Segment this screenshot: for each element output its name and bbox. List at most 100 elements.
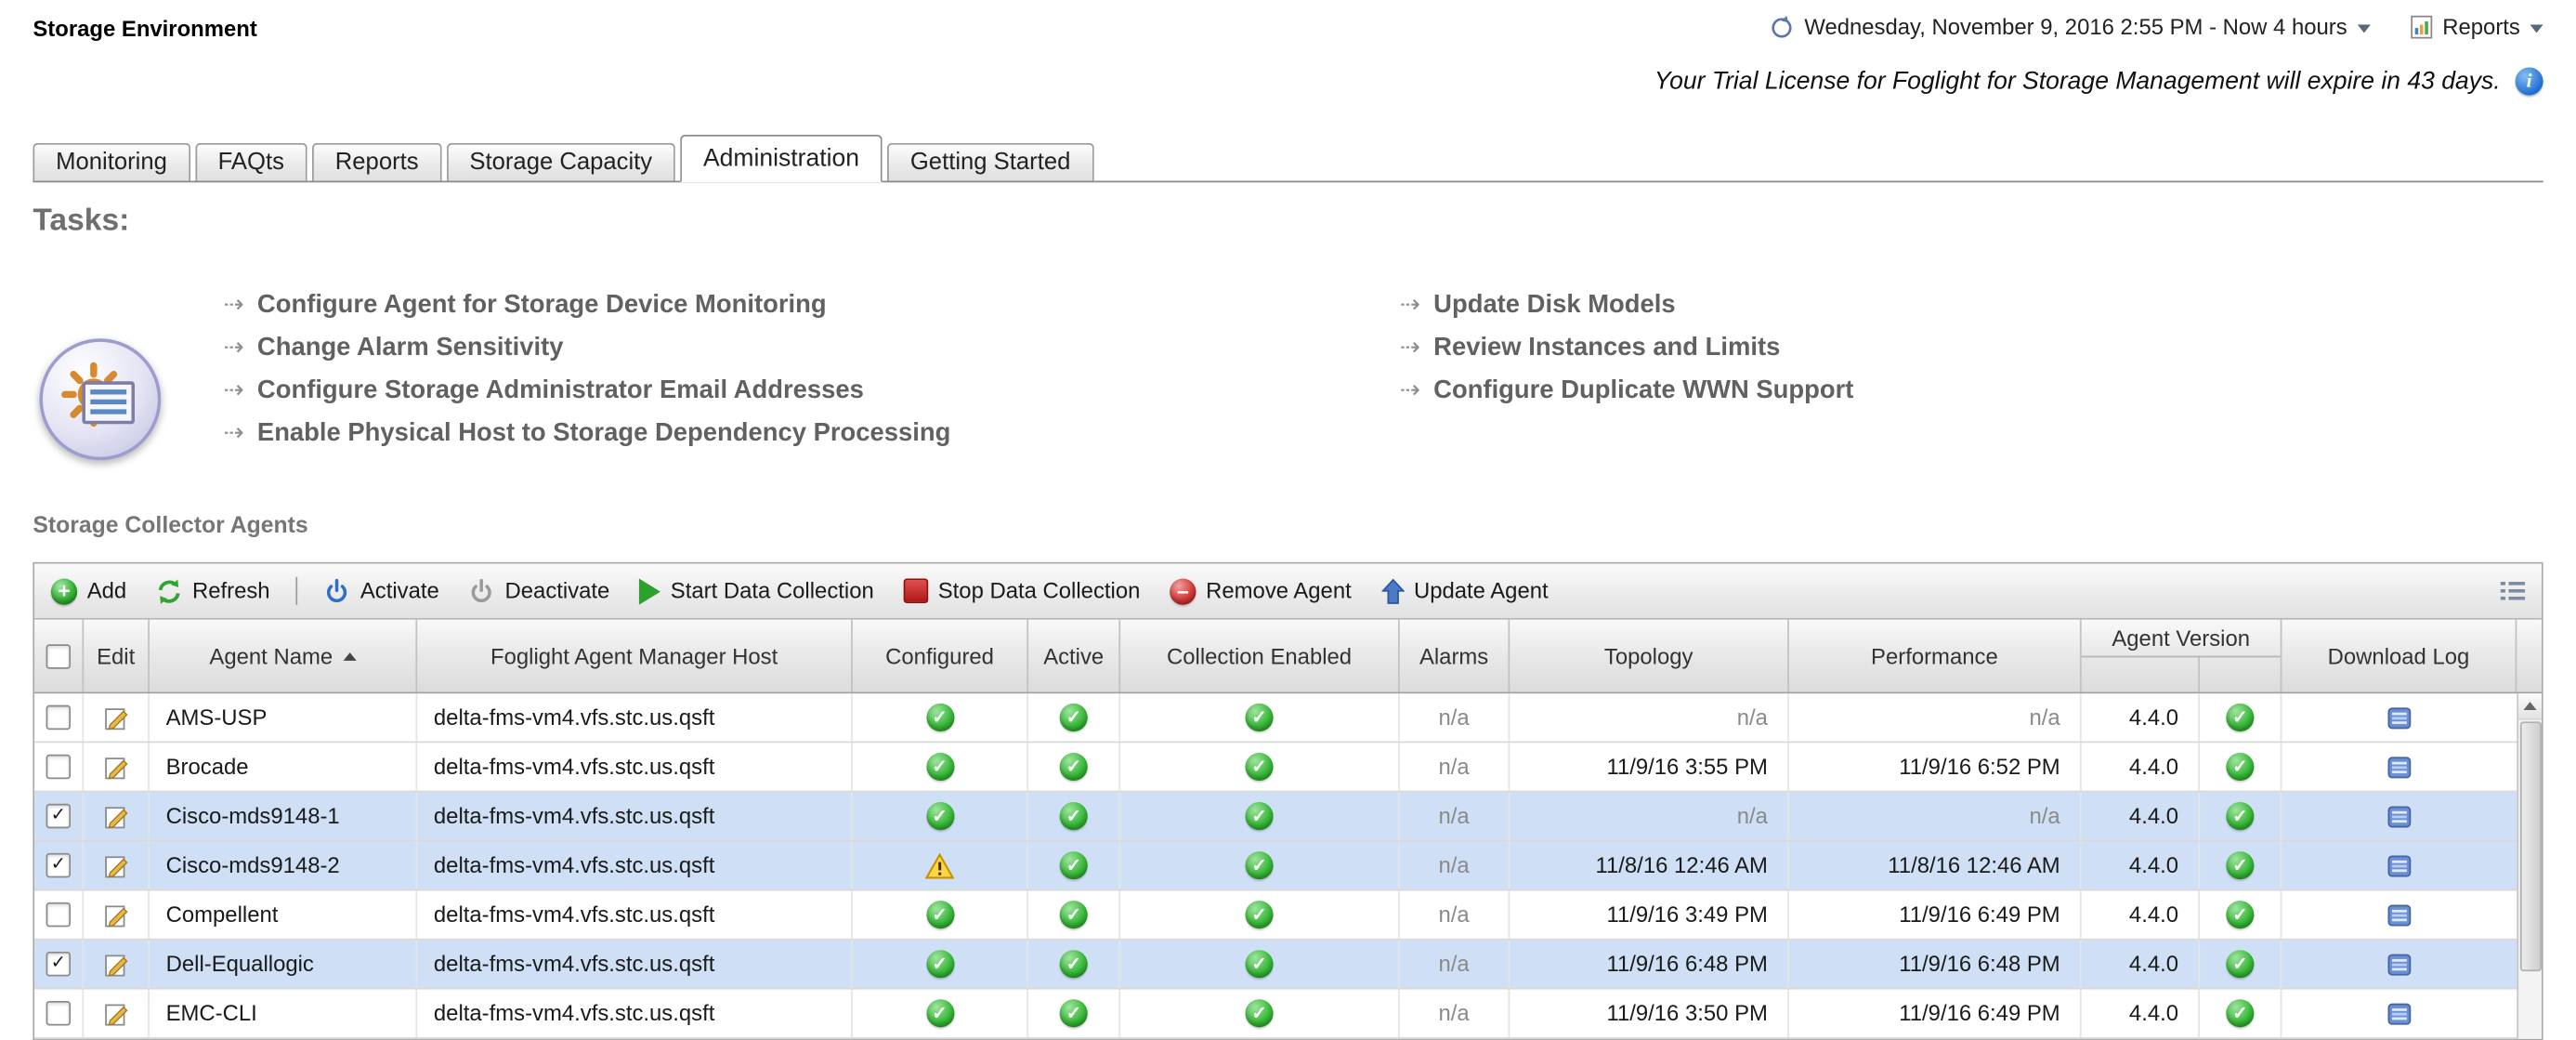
agents-section-heading: Storage Collector Agents [33, 511, 307, 537]
column-header-configured[interactable]: Configured [853, 620, 1028, 692]
download-log-icon[interactable] [2387, 953, 2413, 976]
column-header-download-log[interactable]: Download Log [2282, 620, 2517, 692]
table-options-button[interactable] [2501, 580, 2526, 601]
time-range-caret-icon[interactable] [2357, 25, 2370, 33]
row-checkbox[interactable] [46, 902, 72, 928]
table-row: Compellentdelta-fms-vm4.vfs.stc.us.qsft✓… [34, 891, 2542, 941]
scrollbar-thumb[interactable] [2520, 721, 2542, 971]
info-icon[interactable]: i [2516, 68, 2543, 96]
download-log-cell [2282, 841, 2517, 889]
version-status-cell: ✓ [2200, 841, 2282, 889]
tasks-icon [39, 338, 161, 460]
edit-icon[interactable] [103, 754, 129, 780]
configured-cell [853, 841, 1028, 889]
column-header-agent-version[interactable]: Agent Version [2082, 620, 2282, 692]
row-checkbox[interactable]: ✓ [46, 804, 72, 829]
edit-icon[interactable] [103, 951, 129, 977]
row-checkbox[interactable] [46, 705, 72, 731]
collection-enabled-cell: ✓ [1120, 743, 1400, 790]
tab-storage-capacity[interactable]: Storage Capacity [447, 143, 675, 181]
edit-icon[interactable] [103, 902, 129, 928]
refresh-button[interactable]: Refresh [156, 578, 270, 604]
column-header-collection-enabled[interactable]: Collection Enabled [1120, 620, 1400, 692]
configured-cell: ✓ [853, 743, 1028, 790]
edit-icon[interactable] [103, 704, 129, 731]
host-cell: delta-fms-vm4.vfs.stc.us.qsft [417, 841, 853, 889]
status-ok-icon: ✓ [1246, 999, 1274, 1027]
remove-agent-button[interactable]: –Remove Agent [1170, 578, 1352, 604]
time-range-selector[interactable]: Wednesday, November 9, 2016 2:55 PM - No… [1804, 15, 2347, 40]
task-update-disk-models[interactable]: ⇢Update Disk Models [1400, 291, 1854, 321]
download-log-icon[interactable] [2387, 706, 2413, 730]
tab-administration[interactable]: Administration [680, 135, 883, 182]
alarms-cell: n/a [1400, 693, 1510, 741]
performance-cell: 11/8/16 12:46 AM [1789, 841, 2082, 889]
vertical-scrollbar[interactable] [2517, 693, 2542, 1038]
active-cell: ✓ [1028, 841, 1120, 889]
row-checkbox[interactable] [46, 1001, 72, 1026]
tab-reports[interactable]: Reports [312, 143, 441, 181]
row-checkbox[interactable]: ✓ [46, 853, 72, 878]
column-header-edit: Edit [84, 620, 150, 692]
tab-faqts[interactable]: FAQts [195, 143, 307, 181]
configured-cell: ✓ [853, 941, 1028, 988]
add-agent-button[interactable]: +Add [51, 578, 126, 604]
column-header-topology[interactable]: Topology [1510, 620, 1789, 692]
row-select-cell [34, 990, 84, 1037]
select-all-checkbox[interactable] [46, 643, 72, 668]
power-off-icon [469, 578, 495, 604]
edit-icon[interactable] [103, 852, 129, 878]
edit-icon[interactable] [103, 803, 129, 829]
column-header-active[interactable]: Active [1028, 620, 1120, 692]
scroll-up-button[interactable] [2518, 693, 2542, 719]
edit-icon[interactable] [103, 1000, 129, 1026]
row-checkbox[interactable]: ✓ [46, 952, 72, 977]
download-log-icon[interactable] [2387, 805, 2413, 828]
tab-monitoring[interactable]: Monitoring [33, 143, 190, 181]
status-ok-icon: ✓ [2226, 704, 2254, 731]
task-review-instances-and-limits[interactable]: ⇢Review Instances and Limits [1400, 334, 1854, 363]
status-ok-icon: ✓ [2226, 950, 2254, 978]
host-cell: delta-fms-vm4.vfs.stc.us.qsft [417, 891, 853, 939]
column-header-performance[interactable]: Performance [1789, 620, 2082, 692]
column-header-host[interactable]: Foglight Agent Manager Host [417, 620, 853, 692]
host-cell: delta-fms-vm4.vfs.stc.us.qsft [417, 941, 853, 988]
table-row: ✓Cisco-mds9148-2delta-fms-vm4.vfs.stc.us… [34, 841, 2542, 890]
start-data-collection-button[interactable]: Start Data Collection [639, 578, 874, 604]
table-row: Brocadedelta-fms-vm4.vfs.stc.us.qsft✓✓✓n… [34, 743, 2542, 792]
host-cell: delta-fms-vm4.vfs.stc.us.qsft [417, 990, 853, 1037]
version-status-cell: ✓ [2200, 891, 2282, 939]
task-configure-agent-for-storage-device-monitoring[interactable]: ⇢Configure Agent for Storage Device Moni… [224, 291, 951, 321]
row-select-cell [34, 693, 84, 741]
download-log-icon[interactable] [2387, 854, 2413, 877]
license-notice: Your Trial License for Foglight for Stor… [1654, 68, 2501, 96]
column-header-alarms[interactable]: Alarms [1400, 620, 1510, 692]
status-ok-icon: ✓ [1060, 802, 1088, 830]
activate-button[interactable]: Activate [324, 578, 439, 604]
reports-icon [2410, 15, 2433, 40]
status-ok-icon: ✓ [2226, 999, 2254, 1027]
download-log-icon[interactable] [2387, 903, 2413, 927]
status-ok-icon: ✓ [2226, 901, 2254, 928]
reports-menu[interactable]: Reports [2442, 15, 2520, 40]
deactivate-button[interactable]: Deactivate [469, 578, 610, 604]
version-status-cell: ✓ [2200, 941, 2282, 988]
row-checkbox[interactable] [46, 755, 72, 780]
stop-data-collection-button[interactable]: Stop Data Collection [904, 579, 1141, 604]
task-enable-physical-host-to-storage-dependency-processing[interactable]: ⇢Enable Physical Host to Storage Depende… [224, 419, 951, 449]
task-change-alarm-sensitivity[interactable]: ⇢Change Alarm Sensitivity [224, 334, 951, 363]
version-status-cell: ✓ [2200, 693, 2282, 741]
row-select-cell [34, 743, 84, 790]
download-log-icon[interactable] [2387, 1002, 2413, 1025]
agent-version-cell: 4.4.0 [2082, 891, 2200, 939]
tab-bar: Monitoring FAQts Reports Storage Capacit… [33, 135, 2543, 182]
download-log-cell [2282, 891, 2517, 939]
task-configure-storage-administrator-email-addresses[interactable]: ⇢Configure Storage Administrator Email A… [224, 376, 951, 406]
row-select-cell: ✓ [34, 792, 84, 839]
task-configure-duplicate-wwn-support[interactable]: ⇢Configure Duplicate WWN Support [1400, 376, 1854, 406]
update-agent-button[interactable]: Update Agent [1381, 578, 1549, 604]
reports-caret-icon[interactable] [2530, 25, 2543, 33]
download-log-icon[interactable] [2387, 756, 2413, 779]
tab-getting-started[interactable]: Getting Started [887, 143, 1093, 181]
column-header-agent-name[interactable]: Agent Name [150, 620, 417, 692]
